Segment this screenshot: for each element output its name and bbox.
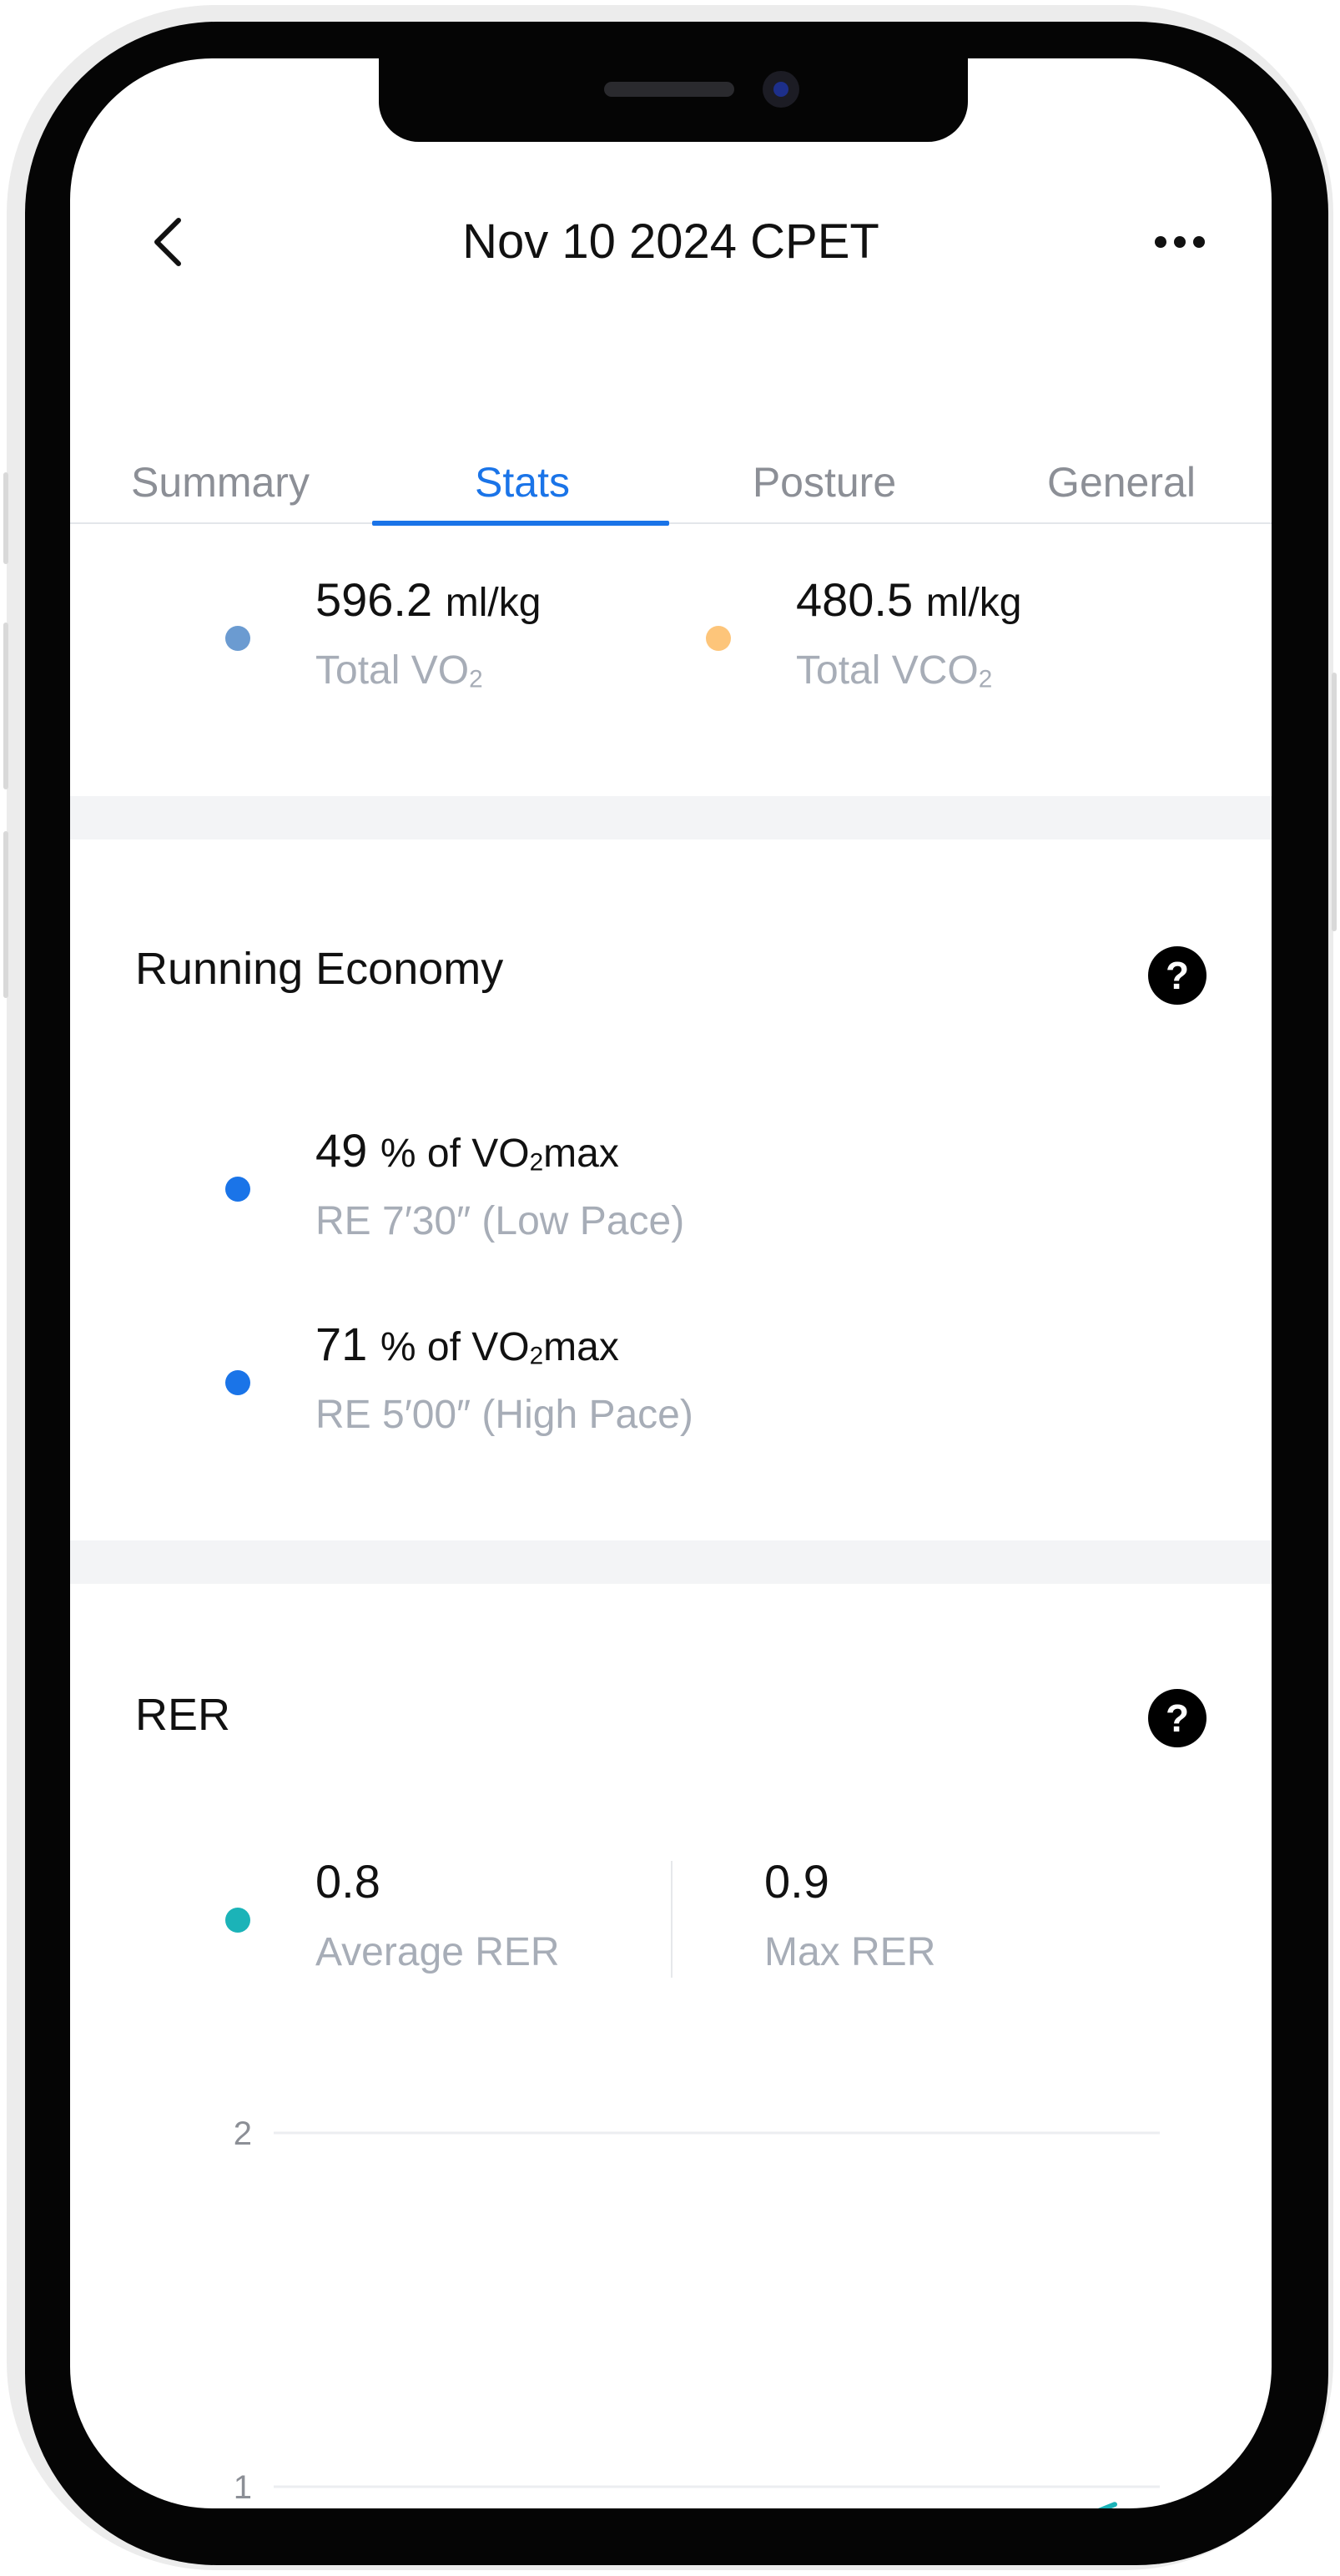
- section-separator: [70, 1540, 1272, 1584]
- vco2-legend-dot: [706, 626, 731, 651]
- power-button: [1332, 673, 1337, 931]
- rer-title: RER: [135, 1690, 231, 1740]
- re-high-pace-value: 71 % of VO2max: [315, 1317, 619, 1371]
- total-vo2-value: 596.2 ml/kg: [315, 572, 541, 627]
- re-low-unit-post: max: [543, 1132, 619, 1176]
- re-low-pace-dot: [225, 1177, 250, 1202]
- re-high-pace-number: 71: [315, 1318, 368, 1370]
- more-options-button[interactable]: [1146, 215, 1213, 269]
- vo2-label-text: Total VO: [315, 648, 470, 693]
- active-tab-indicator: [372, 521, 669, 526]
- rer-series-line: [1097, 2502, 1117, 2508]
- speaker-grille: [604, 82, 734, 97]
- app-header: Nov 10 2024 CPET: [70, 184, 1272, 300]
- re-high-pace-label: RE 5′00″ (High Pace): [315, 1393, 693, 1437]
- re-low-pace-number: 49: [315, 1124, 368, 1177]
- vo2-unit: ml/kg: [445, 581, 542, 625]
- app-screen: Nov 10 2024 CPET Summary Stats Posture G…: [70, 58, 1272, 2508]
- side-button: [3, 472, 8, 564]
- tab-summary[interactable]: Summary: [70, 442, 370, 522]
- vco2-number: 480.5: [796, 573, 914, 626]
- section-separator: [70, 796, 1272, 839]
- front-camera: [763, 71, 799, 108]
- re-high-unit-post: max: [543, 1325, 619, 1369]
- max-rer-label: Max RER: [764, 1930, 936, 1974]
- rer-line-chart: 21: [234, 2115, 1160, 2508]
- back-button[interactable]: [137, 209, 204, 275]
- vo2-legend-dot: [225, 626, 250, 651]
- re-low-unit-pre: % of VO: [380, 1132, 530, 1176]
- camera-notch: [379, 58, 968, 142]
- y-tick-label: 2: [234, 2115, 252, 2152]
- chevron-left-icon: [154, 218, 181, 266]
- vco2-label-subscript: 2: [978, 665, 993, 693]
- re-high-pace-dot: [225, 1370, 250, 1395]
- tab-divider: [70, 522, 1272, 524]
- total-vco2-label: Total VCO2: [796, 648, 992, 693]
- volume-up-button: [3, 623, 8, 789]
- max-rer-value: 0.9: [764, 1855, 829, 1908]
- re-low-unit-subscript: 2: [529, 1148, 544, 1177]
- re-high-unit-subscript: 2: [529, 1342, 544, 1370]
- total-vco2-value: 480.5 ml/kg: [796, 572, 1021, 627]
- vco2-label-text: Total VCO: [796, 648, 979, 693]
- vo2-label-subscript: 2: [469, 665, 483, 693]
- rer-legend-dot: [225, 1908, 250, 1933]
- re-low-pace-unit: % of VO2max: [380, 1132, 619, 1176]
- more-horizontal-icon: [1155, 236, 1205, 248]
- rer-help-icon[interactable]: ?: [1148, 1689, 1207, 1747]
- page-title: Nov 10 2024 CPET: [462, 214, 879, 269]
- re-high-unit-pre: % of VO: [380, 1325, 530, 1369]
- running-economy-help-icon[interactable]: ?: [1148, 946, 1207, 1005]
- vo2-number: 596.2: [315, 573, 433, 626]
- tab-bar: Summary Stats Posture General: [70, 442, 1272, 526]
- re-low-pace-label: RE 7′30″ (Low Pace): [315, 1199, 685, 1243]
- average-rer-label: Average RER: [315, 1930, 560, 1974]
- tab-posture[interactable]: Posture: [674, 442, 975, 522]
- tab-general[interactable]: General: [971, 442, 1272, 522]
- re-low-pace-value: 49 % of VO2max: [315, 1123, 619, 1177]
- y-tick-label: 1: [234, 2469, 252, 2506]
- re-high-pace-unit: % of VO2max: [380, 1325, 619, 1369]
- rer-stat-divider: [671, 1861, 673, 1978]
- volume-down-button: [3, 831, 8, 998]
- tab-stats[interactable]: Stats: [372, 442, 673, 522]
- running-economy-title: Running Economy: [135, 944, 504, 994]
- average-rer-value: 0.8: [315, 1855, 380, 1908]
- total-vo2-label: Total VO2: [315, 648, 483, 693]
- vco2-unit: ml/kg: [925, 581, 1022, 625]
